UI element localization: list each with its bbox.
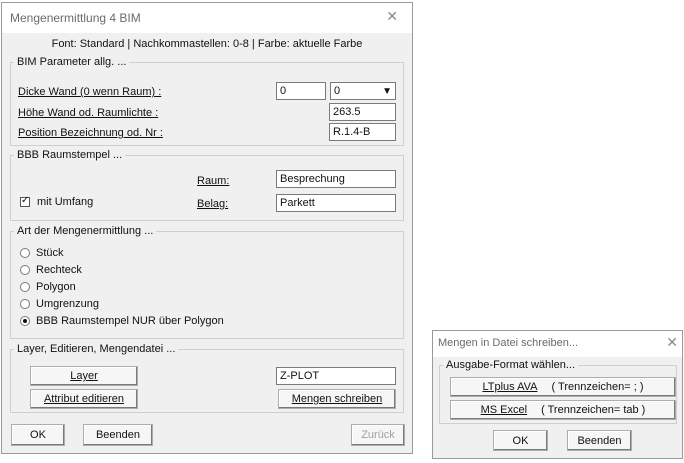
floor-label: Belag:	[197, 198, 229, 210]
method-radio-boundary[interactable]: Umgrenzung	[20, 298, 99, 310]
layer-button[interactable]: Layer	[30, 366, 138, 386]
write-quantities-button[interactable]: Mengen schreiben	[278, 389, 396, 409]
layer-legend: Layer, Editieren, Mengendatei ...	[17, 343, 176, 355]
radio-circle[interactable]	[20, 299, 30, 309]
export-dialog: Mengen in Datei schreiben... ✕ Ausgabe-F…	[432, 330, 683, 459]
radio-circle[interactable]	[20, 248, 30, 258]
checkbox-box[interactable]	[20, 195, 30, 207]
ltplus-ava-separator: ( Trennzeichen= ; )	[551, 381, 644, 393]
perimeter-checkbox[interactable]: mit Umfang	[20, 195, 94, 208]
back-button[interactable]: Zurück	[351, 424, 405, 446]
edit-attribute-button[interactable]: Attribut editieren	[30, 389, 138, 409]
info-line: Font: Standard | Nachkommastellen: 0-8 |…	[51, 38, 363, 50]
height-label: Höhe Wand od. Raumlichte :	[18, 107, 159, 119]
radio-circle[interactable]	[20, 282, 30, 292]
ms-excel-button[interactable]: MS Excel ( Trennzeichen= tab )	[450, 400, 676, 420]
radio-label: BBB Raumstempel NUR über Polygon	[36, 315, 224, 327]
export-exit-button[interactable]: Beenden	[567, 430, 632, 451]
room-stamp-legend: BBB Raumstempel ...	[17, 149, 123, 161]
perimeter-label: mit Umfang	[37, 196, 94, 208]
method-radio-room-stamp-polygon[interactable]: BBB Raumstempel NUR über Polygon	[20, 315, 224, 327]
format-legend: Ausgabe-Format wählen...	[446, 359, 576, 371]
exit-button[interactable]: Beenden	[83, 424, 153, 446]
layer-input[interactable]: Z-PLOT	[276, 367, 396, 385]
method-radio-polygon[interactable]: Polygon	[20, 281, 76, 293]
ms-excel-label: MS Excel	[480, 404, 528, 416]
wall-thickness-combo-value: 0	[334, 85, 341, 97]
edit-attribute-label: Attribut editieren	[43, 393, 125, 405]
method-legend: Art der Mengenermittlung ...	[17, 225, 154, 237]
export-dialog-title: Mengen in Datei schreiben...	[438, 337, 579, 349]
export-titlebar[interactable]: Mengen in Datei schreiben... ✕	[433, 331, 682, 357]
radio-label: Umgrenzung	[36, 298, 99, 310]
radio-label: Rechteck	[36, 264, 82, 276]
room-label: Raum:	[197, 175, 230, 187]
main-titlebar[interactable]: Mengenermittlung 4 BIM ✕	[2, 3, 412, 33]
close-icon[interactable]: ✕	[386, 8, 398, 25]
position-label: Position Bezeichnung od. Nr :	[18, 127, 163, 139]
ok-button[interactable]: OK	[11, 424, 65, 446]
radio-circle[interactable]	[20, 265, 30, 275]
floor-input[interactable]: Parkett	[276, 194, 396, 212]
wall-thickness-combo[interactable]: 0 ▼	[330, 82, 396, 100]
radio-circle-selected[interactable]	[20, 316, 30, 326]
chevron-down-icon[interactable]: ▼	[382, 84, 392, 99]
room-input[interactable]: Besprechung	[276, 170, 396, 188]
radio-label: Stück	[36, 247, 64, 259]
bim-parameter-legend: BIM Parameter allg. ...	[17, 56, 127, 68]
ltplus-ava-button[interactable]: LTplus AVA ( Trennzeichen= ; )	[450, 377, 676, 397]
main-dialog: Mengenermittlung 4 BIM ✕ Font: Standard …	[1, 2, 413, 454]
height-input[interactable]: 263.5	[329, 103, 396, 121]
export-ok-button[interactable]: OK	[493, 430, 548, 451]
wall-thickness-label: Dicke Wand (0 wenn Raum) :	[18, 86, 162, 98]
method-radio-piece[interactable]: Stück	[20, 247, 64, 259]
wall-thickness-input[interactable]: 0	[276, 82, 326, 100]
radio-label: Polygon	[36, 281, 76, 293]
position-input[interactable]: R.1.4-B	[329, 123, 396, 141]
ms-excel-separator: ( Trennzeichen= tab )	[541, 404, 646, 416]
main-dialog-title: Mengenermittlung 4 BIM	[10, 11, 141, 25]
write-quantities-label: Mengen schreiben	[291, 393, 383, 405]
ltplus-ava-label: LTplus AVA	[482, 381, 538, 393]
method-radio-rectangle[interactable]: Rechteck	[20, 264, 82, 276]
close-icon[interactable]: ✕	[666, 334, 678, 351]
